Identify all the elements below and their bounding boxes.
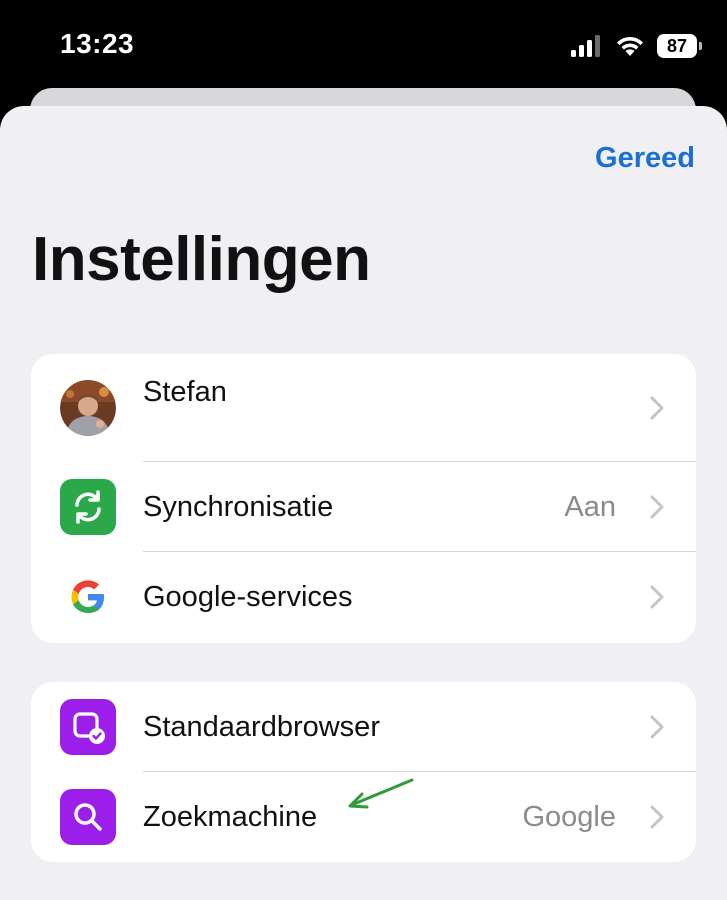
battery-level: 87 (666, 35, 688, 56)
default-browser-row[interactable]: Standaardbrowser (31, 682, 696, 772)
search-icon (60, 789, 116, 845)
default-browser-label: Standaardbrowser (143, 710, 380, 743)
google-services-label: Google-services (143, 580, 353, 613)
annotation-arrow-icon (348, 778, 414, 809)
google-services-row[interactable]: Google-services (31, 552, 696, 642)
sync-icon (60, 479, 116, 535)
signal-icon (571, 35, 600, 57)
status-time: 13:23 (60, 28, 135, 59)
avatar-image (60, 380, 116, 436)
sync-icon-wrap (60, 479, 116, 535)
wifi-icon (617, 36, 643, 56)
chevron-right-icon (650, 715, 664, 739)
chevron-right-icon (650, 396, 664, 420)
search-engine-label: Zoekmachine (143, 800, 318, 833)
settings-sheet: Gereed Instellingen Stefan Synchronisati… (0, 106, 727, 900)
chevron-right-icon (650, 495, 664, 519)
search-icon-wrap (60, 789, 116, 845)
page-title: Instellingen (32, 225, 371, 294)
account-group: Stefan Synchronisatie Aan Google-service… (31, 354, 696, 643)
browser-group: Standaardbrowser Zoekmachine Google (31, 682, 696, 862)
status-bar: 13:23 87 (0, 0, 727, 95)
screen: 13:23 87 Gereed Instellingen Stefan Sync… (0, 0, 727, 900)
status-icons: 87 (571, 32, 702, 60)
profile-row[interactable]: Stefan (31, 354, 696, 462)
sync-value: Aan (564, 490, 616, 523)
chevron-right-icon (650, 585, 664, 609)
battery-icon: 87 (657, 34, 702, 58)
avatar (60, 380, 116, 436)
default-browser-icon (60, 699, 116, 755)
default-browser-icon-wrap (60, 699, 116, 755)
profile-name: Stefan (143, 376, 227, 408)
google-icon (60, 569, 116, 625)
sync-row[interactable]: Synchronisatie Aan (31, 462, 696, 552)
sync-label: Synchronisatie (143, 490, 334, 523)
done-button[interactable]: Gereed (595, 142, 695, 175)
search-engine-value: Google (522, 800, 616, 833)
chevron-right-icon (650, 805, 664, 829)
